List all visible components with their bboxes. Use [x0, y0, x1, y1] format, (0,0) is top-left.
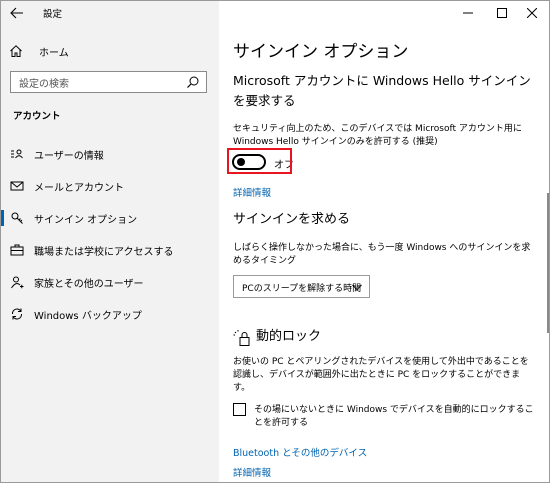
search-icon[interactable]: [186, 75, 200, 89]
dynamic-lock-details-link[interactable]: 詳細情報: [233, 465, 271, 479]
sidebar-item-label: サインイン オプション: [34, 215, 138, 226]
home-icon: [10, 45, 22, 57]
dynamic-lock-icon: [233, 330, 250, 346]
close-button[interactable]: [515, 1, 549, 25]
sidebar-item-label: メールとアカウント: [34, 183, 124, 194]
sidebar-item-label: 職場または学校にアクセスする: [34, 247, 174, 258]
person-add-icon: [11, 276, 24, 289]
sidebar-item-mail-accounts[interactable]: メールとアカウント: [1, 171, 219, 201]
search-input[interactable]: 設定の検索: [10, 71, 207, 93]
scrollbar[interactable]: [544, 25, 549, 482]
back-button[interactable]: [7, 3, 27, 23]
home-label: ホーム: [39, 47, 69, 59]
chevron-down-icon: [352, 284, 362, 291]
sidebar: 設定 ホーム 設定の検索 アカウント ユーザーの情報 メールとアカウント サイン…: [1, 1, 219, 482]
user-card-icon: [11, 149, 23, 159]
sidebar-item-user-info[interactable]: ユーザーの情報: [1, 139, 219, 169]
section-header: アカウント: [13, 111, 61, 122]
back-arrow-icon: [10, 7, 23, 19]
highlight-box: [227, 148, 292, 174]
hello-description: セキュリティ向上のため、このデバイスでは Microsoft アカウント用に W…: [233, 124, 522, 147]
dropdown-value: PCのスリープを解除する時間: [242, 284, 362, 294]
dynamic-lock-checkbox[interactable]: [233, 403, 246, 416]
sidebar-item-work-school[interactable]: 職場または学校にアクセスする: [1, 235, 219, 265]
sidebar-item-family-users[interactable]: 家族とその他のユーザー: [1, 267, 219, 297]
sidebar-item-windows-backup[interactable]: Windows バックアップ: [1, 299, 219, 329]
settings-window: 設定 ホーム 設定の検索 アカウント ユーザーの情報 メールとアカウント サイン…: [0, 0, 550, 483]
sidebar-item-label: Windows バックアップ: [34, 311, 142, 322]
require-signin-description: しばらく操作しなかった場合に、もう一度 Windows へのサインインを求めるタ…: [233, 243, 531, 266]
scrollbar-thumb[interactable]: [547, 193, 549, 333]
require-signin-heading: サインインを求める: [233, 212, 351, 227]
sync-icon: [11, 308, 23, 320]
sidebar-item-signin-options[interactable]: サインイン オプション: [1, 203, 219, 233]
sidebar-item-label: 家族とその他のユーザー: [34, 279, 144, 290]
sidebar-item-home[interactable]: ホーム: [9, 42, 214, 60]
key-icon: [11, 212, 23, 224]
main-content: サインイン オプション Microsoft アカウントに Windows Hel…: [219, 1, 549, 482]
search-placeholder: 設定の検索: [19, 79, 69, 90]
page-title: サインイン オプション: [233, 42, 409, 62]
maximize-icon: [497, 8, 507, 18]
minimize-icon: [463, 12, 473, 14]
close-icon: [527, 8, 537, 18]
dynamic-lock-heading: 動的ロック: [256, 329, 322, 344]
sidebar-item-label: ユーザーの情報: [34, 151, 104, 162]
require-signin-dropdown[interactable]: PCのスリープを解除する時間: [233, 275, 370, 298]
minimize-button[interactable]: [451, 1, 485, 25]
briefcase-icon: [10, 244, 24, 256]
maximize-button[interactable]: [485, 1, 519, 25]
hello-heading: Microsoft アカウントに Windows Hello サインインを要求す…: [233, 73, 531, 108]
dynamic-lock-description: お使いの PC とペアリングされたデバイスを使用して外出中であることを認識し、デ…: [233, 357, 529, 393]
dynamic-lock-checkbox-label[interactable]: その場にいないときに Windows でデバイスを自動的にロックすることを許可す…: [254, 404, 534, 430]
mail-icon: [10, 181, 24, 191]
bluetooth-link[interactable]: Bluetooth とその他のデバイス: [233, 445, 367, 459]
hello-details-link[interactable]: 詳細情報: [233, 185, 271, 199]
app-title: 設定: [43, 9, 63, 20]
